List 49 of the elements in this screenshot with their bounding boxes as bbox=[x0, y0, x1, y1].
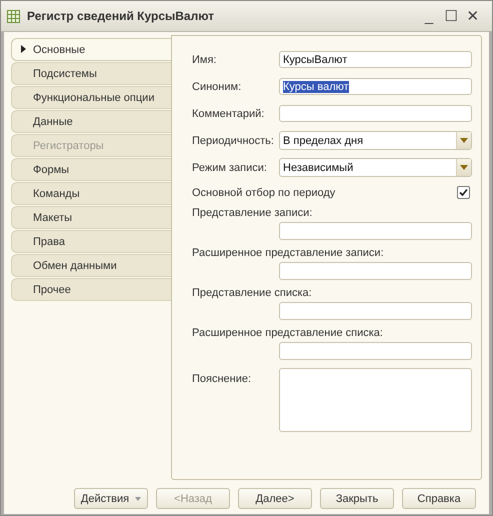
text-field[interactable]: КурсыВалют bbox=[279, 51, 472, 68]
text-field[interactable] bbox=[279, 105, 472, 122]
dialog-button[interactable]: Действия bbox=[74, 488, 148, 509]
sidebar-tab[interactable]: Права bbox=[11, 230, 171, 253]
close-button[interactable]: ✕ bbox=[462, 7, 484, 25]
field-label: Имя: bbox=[192, 54, 218, 66]
field-label: Расширенное представление списка: bbox=[192, 327, 384, 341]
sidebar-tab[interactable]: Команды bbox=[11, 182, 171, 205]
field-label: Представление записи: bbox=[192, 207, 314, 221]
window-title: Регистр сведений КурсыВалют bbox=[27, 9, 216, 23]
field-label: Пояснение: bbox=[192, 372, 252, 385]
sidebar-tab[interactable]: Основные bbox=[11, 38, 171, 61]
field-value: В пределах дня bbox=[283, 134, 364, 146]
dropdown-field[interactable]: В пределах дня bbox=[279, 131, 472, 150]
maximize-button[interactable]: ☐ bbox=[440, 7, 462, 25]
dropdown-icon[interactable] bbox=[456, 132, 471, 149]
text-area[interactable] bbox=[279, 368, 472, 432]
dropdown-icon[interactable] bbox=[456, 159, 471, 176]
minimize-button[interactable]: _ bbox=[418, 8, 440, 24]
dialog-button[interactable]: Далее> bbox=[238, 488, 312, 509]
field-value: КурсыВалют bbox=[283, 54, 348, 66]
field-label: Расширенное представление записи: bbox=[192, 247, 385, 261]
dialog-button[interactable]: Справка bbox=[402, 488, 476, 509]
text-field[interactable] bbox=[279, 262, 472, 280]
sidebar-tab[interactable]: Данные bbox=[11, 110, 171, 133]
sidebar-tab[interactable]: Функциональные опции bbox=[11, 86, 171, 109]
sidebar-tab[interactable]: Макеты bbox=[11, 206, 171, 229]
dropdown-field[interactable]: Независимый bbox=[279, 158, 472, 177]
sidebar-tab[interactable]: Формы bbox=[11, 158, 171, 181]
field-label: Представление списка: bbox=[192, 287, 313, 301]
field-value: Курсы валют bbox=[283, 80, 349, 92]
checkbox-label: Основной отбор по периоду bbox=[192, 186, 336, 198]
caret-icon bbox=[135, 496, 142, 500]
sidebar-tab[interactable]: Обмен данными bbox=[11, 254, 171, 277]
sidebar-tab[interactable]: Прочее bbox=[11, 278, 171, 301]
table-icon bbox=[7, 10, 20, 22]
field-label: Режим записи: bbox=[192, 162, 268, 174]
field-value: Независимый bbox=[283, 162, 354, 174]
text-field[interactable] bbox=[279, 342, 472, 360]
text-field[interactable]: Курсы валют bbox=[279, 78, 472, 95]
dialog-button[interactable]: Закрыть bbox=[320, 488, 394, 509]
text-field[interactable] bbox=[279, 302, 472, 320]
sidebar-tab[interactable]: Подсистемы bbox=[11, 62, 171, 85]
field-label: Периодичность: bbox=[192, 134, 275, 146]
checkbox[interactable] bbox=[457, 186, 470, 199]
field-label: Комментарий: bbox=[192, 108, 266, 120]
field-label: Синоним: bbox=[192, 80, 242, 92]
arrow-icon bbox=[21, 45, 26, 53]
text-field[interactable] bbox=[279, 222, 472, 240]
